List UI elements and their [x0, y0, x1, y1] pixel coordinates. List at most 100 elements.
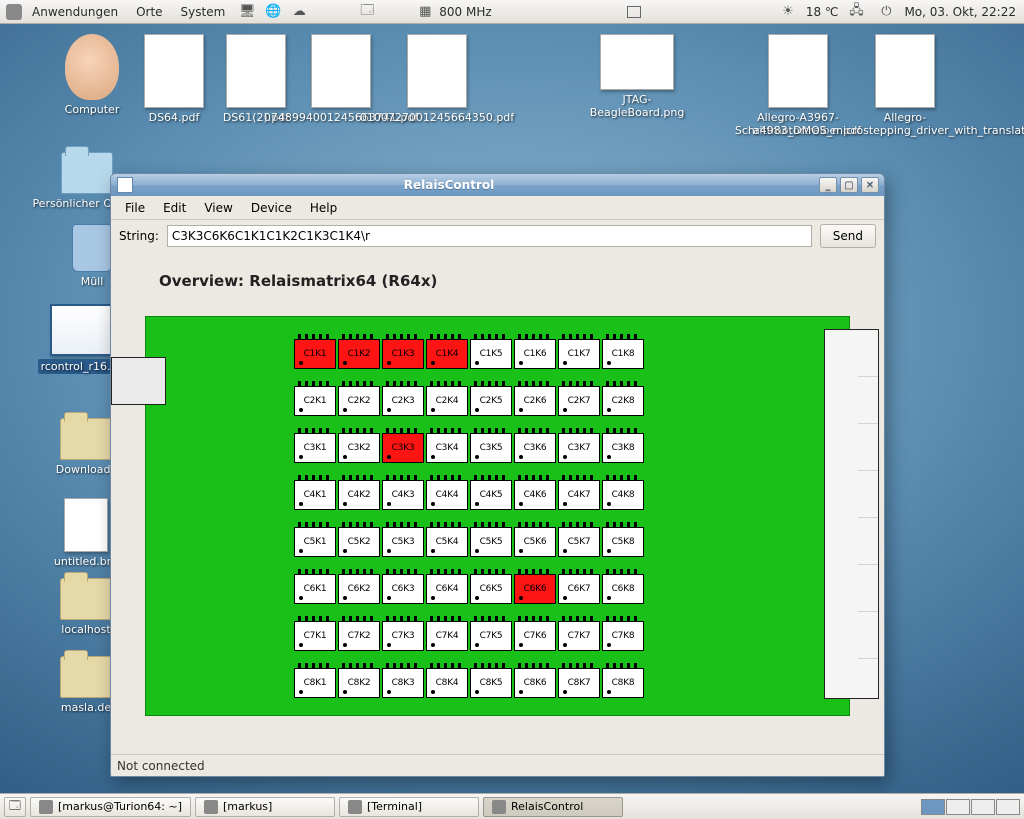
- desktop-icon-allegro2[interactable]: Allegro-a4983_DMOS_microstepping_driver_…: [850, 34, 960, 137]
- relay-C5K1[interactable]: C5K1: [294, 527, 336, 557]
- menu-view[interactable]: View: [196, 198, 240, 218]
- relay-C4K3[interactable]: C4K3: [382, 480, 424, 510]
- relay-C5K4[interactable]: C5K4: [426, 527, 468, 557]
- relay-C2K4[interactable]: C2K4: [426, 386, 468, 416]
- relay-C2K6[interactable]: C2K6: [514, 386, 556, 416]
- task-button-1[interactable]: [markus]: [195, 797, 335, 817]
- relay-C6K2[interactable]: C6K2: [338, 574, 380, 604]
- desktop-icon-ds64[interactable]: DS64.pdf: [132, 34, 216, 124]
- task-button-0[interactable]: [markus@Turion64: ~]: [30, 797, 191, 817]
- relay-C4K4[interactable]: C4K4: [426, 480, 468, 510]
- relay-C2K2[interactable]: C2K2: [338, 386, 380, 416]
- clock[interactable]: Mo, 03. Okt, 22:22: [904, 5, 1016, 19]
- center-applet-icon[interactable]: [627, 6, 641, 18]
- string-input[interactable]: [167, 225, 812, 247]
- relay-C2K5[interactable]: C2K5: [470, 386, 512, 416]
- relay-C1K6[interactable]: C1K6: [514, 339, 556, 369]
- relay-C6K5[interactable]: C6K5: [470, 574, 512, 604]
- relay-C1K5[interactable]: C1K5: [470, 339, 512, 369]
- relay-C6K8[interactable]: C6K8: [602, 574, 644, 604]
- menu-help[interactable]: Help: [302, 198, 345, 218]
- relay-C3K6[interactable]: C3K6: [514, 433, 556, 463]
- minimize-button[interactable]: _: [819, 177, 837, 193]
- menu-file[interactable]: File: [117, 198, 153, 218]
- relay-C3K3[interactable]: C3K3: [382, 433, 424, 463]
- desktop-icon-doc-b[interactable]: 0100727001245664350.pdf: [392, 34, 482, 124]
- relay-C8K1[interactable]: C8K1: [294, 668, 336, 698]
- relay-C5K6[interactable]: C5K6: [514, 527, 556, 557]
- workspace-3[interactable]: [971, 799, 995, 815]
- relay-C7K6[interactable]: C7K6: [514, 621, 556, 651]
- desktop-icon-computer[interactable]: Computer: [50, 34, 134, 116]
- menu-applications[interactable]: Anwendungen: [24, 2, 126, 22]
- menu-system[interactable]: System: [173, 2, 234, 22]
- relay-C7K2[interactable]: C7K2: [338, 621, 380, 651]
- relay-C5K3[interactable]: C5K3: [382, 527, 424, 557]
- relay-C4K8[interactable]: C4K8: [602, 480, 644, 510]
- close-button[interactable]: ✕: [861, 177, 879, 193]
- globe-icon[interactable]: 🌐: [264, 3, 282, 21]
- monitor-icon[interactable]: 🖥: [238, 3, 256, 21]
- relay-C2K3[interactable]: C2K3: [382, 386, 424, 416]
- relay-C7K3[interactable]: C7K3: [382, 621, 424, 651]
- workspace-4[interactable]: [996, 799, 1020, 815]
- relay-C2K8[interactable]: C2K8: [602, 386, 644, 416]
- power-icon[interactable]: ⏻: [877, 3, 895, 21]
- relay-C6K4[interactable]: C6K4: [426, 574, 468, 604]
- relay-C8K7[interactable]: C8K7: [558, 668, 600, 698]
- menu-places[interactable]: Orte: [128, 2, 170, 22]
- relay-C7K5[interactable]: C7K5: [470, 621, 512, 651]
- relay-C6K1[interactable]: C6K1: [294, 574, 336, 604]
- relay-C3K2[interactable]: C3K2: [338, 433, 380, 463]
- relay-C1K1[interactable]: C1K1: [294, 339, 336, 369]
- relay-C7K4[interactable]: C7K4: [426, 621, 468, 651]
- relay-C5K7[interactable]: C5K7: [558, 527, 600, 557]
- relay-C5K5[interactable]: C5K5: [470, 527, 512, 557]
- relay-C1K2[interactable]: C1K2: [338, 339, 380, 369]
- relay-C1K3[interactable]: C1K3: [382, 339, 424, 369]
- relay-C5K8[interactable]: C5K8: [602, 527, 644, 557]
- weather-cloud-icon[interactable]: ☁: [290, 3, 308, 21]
- relay-C4K2[interactable]: C4K2: [338, 480, 380, 510]
- network-icon[interactable]: 🖧: [847, 3, 865, 21]
- relay-C4K6[interactable]: C4K6: [514, 480, 556, 510]
- relay-C8K8[interactable]: C8K8: [602, 668, 644, 698]
- relay-C3K8[interactable]: C3K8: [602, 433, 644, 463]
- workspace-1[interactable]: [921, 799, 945, 815]
- relay-C1K7[interactable]: C1K7: [558, 339, 600, 369]
- relay-C1K4[interactable]: C1K4: [426, 339, 468, 369]
- relay-C1K8[interactable]: C1K8: [602, 339, 644, 369]
- task-button-3[interactable]: RelaisControl: [483, 797, 623, 817]
- menu-device[interactable]: Device: [243, 198, 300, 218]
- calculator-icon[interactable]: 🗔: [358, 3, 376, 21]
- relay-C8K5[interactable]: C8K5: [470, 668, 512, 698]
- relay-C4K1[interactable]: C4K1: [294, 480, 336, 510]
- relay-C8K4[interactable]: C8K4: [426, 668, 468, 698]
- workspace-2[interactable]: [946, 799, 970, 815]
- relay-C7K1[interactable]: C7K1: [294, 621, 336, 651]
- menu-edit[interactable]: Edit: [155, 198, 194, 218]
- relay-C8K2[interactable]: C8K2: [338, 668, 380, 698]
- relay-C7K7[interactable]: C7K7: [558, 621, 600, 651]
- send-button[interactable]: Send: [820, 224, 876, 248]
- relay-C7K8[interactable]: C7K8: [602, 621, 644, 651]
- relay-C4K7[interactable]: C4K7: [558, 480, 600, 510]
- relay-C6K6[interactable]: C6K6: [514, 574, 556, 604]
- relay-C8K3[interactable]: C8K3: [382, 668, 424, 698]
- relay-C3K7[interactable]: C3K7: [558, 433, 600, 463]
- desktop-icon-jtag[interactable]: JTAG-BeagleBoard.png: [582, 34, 692, 119]
- gnome-foot-icon[interactable]: [6, 4, 22, 20]
- relay-C6K7[interactable]: C6K7: [558, 574, 600, 604]
- relay-C2K7[interactable]: C2K7: [558, 386, 600, 416]
- relay-C4K5[interactable]: C4K5: [470, 480, 512, 510]
- relay-C6K3[interactable]: C6K3: [382, 574, 424, 604]
- relay-C5K2[interactable]: C5K2: [338, 527, 380, 557]
- show-desktop-button[interactable]: 🗔: [4, 797, 26, 817]
- relay-C8K6[interactable]: C8K6: [514, 668, 556, 698]
- relay-C3K4[interactable]: C3K4: [426, 433, 468, 463]
- workspace-switcher[interactable]: [921, 799, 1020, 815]
- relay-C2K1[interactable]: C2K1: [294, 386, 336, 416]
- maximize-button[interactable]: ▢: [840, 177, 858, 193]
- titlebar[interactable]: RelaisControl _ ▢ ✕: [111, 174, 884, 196]
- task-button-2[interactable]: [Terminal]: [339, 797, 479, 817]
